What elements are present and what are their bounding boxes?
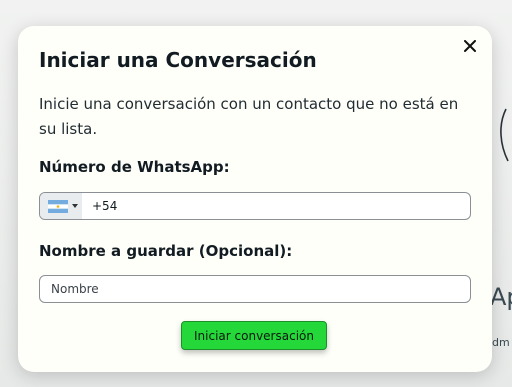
phone-input[interactable] xyxy=(92,195,422,217)
name-label: Nombre a guardar (Opcional): xyxy=(39,242,293,260)
background-heading-fragment: Ap xyxy=(490,283,512,311)
background-illustration xyxy=(500,108,509,162)
argentina-flag-icon xyxy=(48,199,68,213)
start-conversation-dialog: Iniciar una Conversación Inicie una conv… xyxy=(18,26,492,372)
country-selector[interactable] xyxy=(40,193,82,219)
phone-label: Número de WhatsApp: xyxy=(39,158,230,176)
name-input[interactable] xyxy=(51,278,451,300)
close-button[interactable] xyxy=(460,36,480,56)
background-text-fragment: dm xyxy=(492,336,510,349)
dialog-title: Iniciar una Conversación xyxy=(39,48,317,72)
phone-field xyxy=(39,192,471,220)
chevron-down-icon xyxy=(72,204,78,208)
start-conversation-button[interactable]: Iniciar conversación xyxy=(181,321,327,350)
close-icon xyxy=(464,40,476,52)
name-field xyxy=(39,275,471,303)
dialog-description: Inicie una conversación con un contacto … xyxy=(39,95,459,138)
